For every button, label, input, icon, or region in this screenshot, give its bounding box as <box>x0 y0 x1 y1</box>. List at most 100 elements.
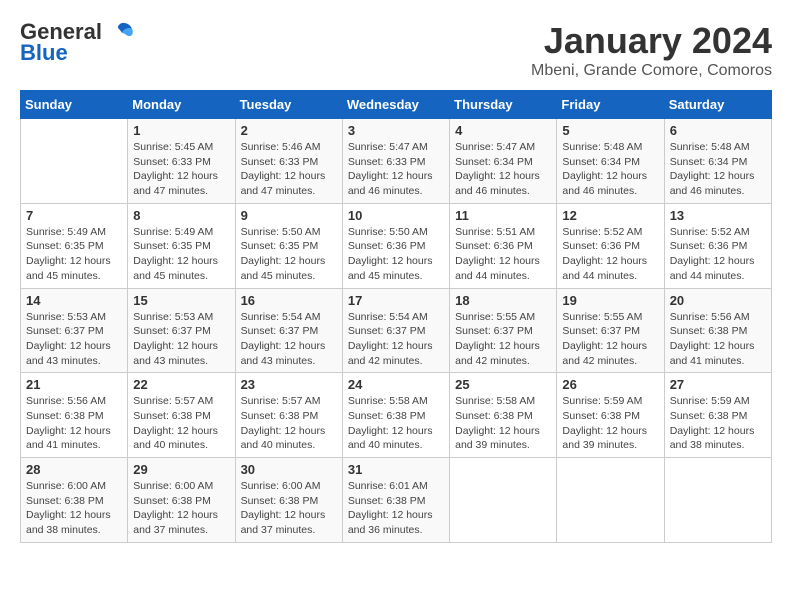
logo-bird-icon <box>104 21 134 43</box>
day-number: 18 <box>455 293 551 308</box>
day-info: Sunrise: 6:00 AM Sunset: 6:38 PM Dayligh… <box>26 479 122 538</box>
calendar-cell <box>450 458 557 543</box>
calendar-week-2: 7 Sunrise: 5:49 AM Sunset: 6:35 PM Daylig… <box>21 203 772 288</box>
calendar-cell: 16 Sunrise: 5:54 AM Sunset: 6:37 PM Dayli… <box>235 288 342 373</box>
day-info: Sunrise: 5:59 AM Sunset: 6:38 PM Dayligh… <box>670 394 766 453</box>
day-number: 6 <box>670 123 766 138</box>
day-info: Sunrise: 5:55 AM Sunset: 6:37 PM Dayligh… <box>562 310 658 369</box>
day-number: 4 <box>455 123 551 138</box>
calendar-cell: 25 Sunrise: 5:58 AM Sunset: 6:38 PM Dayli… <box>450 373 557 458</box>
calendar-cell: 22 Sunrise: 5:57 AM Sunset: 6:38 PM Dayli… <box>128 373 235 458</box>
calendar-week-4: 21 Sunrise: 5:56 AM Sunset: 6:38 PM Dayli… <box>21 373 772 458</box>
day-info: Sunrise: 5:57 AM Sunset: 6:38 PM Dayligh… <box>241 394 337 453</box>
day-info: Sunrise: 5:49 AM Sunset: 6:35 PM Dayligh… <box>133 225 229 284</box>
title-block: January 2024 Mbeni, Grande Comore, Comor… <box>531 20 772 80</box>
logo: General Blue <box>20 20 134 66</box>
calendar-cell: 3Sunrise: 5:47 AM Sunset: 6:33 PM Daylig… <box>342 119 449 204</box>
calendar-cell: 18Sunrise: 5:55 AM Sunset: 6:37 PM Dayli… <box>450 288 557 373</box>
calendar-cell: 26Sunrise: 5:59 AM Sunset: 6:38 PM Dayli… <box>557 373 664 458</box>
day-number: 28 <box>26 462 122 477</box>
day-number: 16 <box>241 293 337 308</box>
day-number: 29 <box>133 462 229 477</box>
day-number: 31 <box>348 462 444 477</box>
day-info: Sunrise: 5:50 AM Sunset: 6:36 PM Dayligh… <box>348 225 444 284</box>
day-number: 30 <box>241 462 337 477</box>
day-info: Sunrise: 5:57 AM Sunset: 6:38 PM Dayligh… <box>133 394 229 453</box>
calendar-cell: 30 Sunrise: 6:00 AM Sunset: 6:38 PM Dayli… <box>235 458 342 543</box>
calendar-week-1: 1Sunrise: 5:45 AM Sunset: 6:33 PM Daylig… <box>21 119 772 204</box>
main-title: January 2024 <box>531 20 772 62</box>
day-number: 9 <box>241 208 337 223</box>
day-info: Sunrise: 6:00 AM Sunset: 6:38 PM Dayligh… <box>133 479 229 538</box>
day-number: 8 <box>133 208 229 223</box>
calendar-table: SundayMondayTuesdayWednesdayThursdayFrid… <box>20 90 772 543</box>
day-info: Sunrise: 5:56 AM Sunset: 6:38 PM Dayligh… <box>670 310 766 369</box>
calendar-cell: 23 Sunrise: 5:57 AM Sunset: 6:38 PM Dayli… <box>235 373 342 458</box>
calendar-cell: 9 Sunrise: 5:50 AM Sunset: 6:35 PM Daylig… <box>235 203 342 288</box>
day-info: Sunrise: 5:53 AM Sunset: 6:37 PM Dayligh… <box>26 310 122 369</box>
day-number: 25 <box>455 377 551 392</box>
day-number: 15 <box>133 293 229 308</box>
calendar-cell: 20 Sunrise: 5:56 AM Sunset: 6:38 PM Dayli… <box>664 288 771 373</box>
day-info: Sunrise: 5:48 AM Sunset: 6:34 PM Dayligh… <box>562 140 658 199</box>
calendar-week-3: 14Sunrise: 5:53 AM Sunset: 6:37 PM Dayli… <box>21 288 772 373</box>
day-info: Sunrise: 5:54 AM Sunset: 6:37 PM Dayligh… <box>241 310 337 369</box>
calendar-cell: 15 Sunrise: 5:53 AM Sunset: 6:37 PM Dayli… <box>128 288 235 373</box>
calendar-cell: 28 Sunrise: 6:00 AM Sunset: 6:38 PM Dayli… <box>21 458 128 543</box>
calendar-cell: 13Sunrise: 5:52 AM Sunset: 6:36 PM Dayli… <box>664 203 771 288</box>
calendar-cell: 4 Sunrise: 5:47 AM Sunset: 6:34 PM Daylig… <box>450 119 557 204</box>
day-info: Sunrise: 5:52 AM Sunset: 6:36 PM Dayligh… <box>670 225 766 284</box>
day-info: Sunrise: 5:47 AM Sunset: 6:34 PM Dayligh… <box>455 140 551 199</box>
calendar-cell: 24Sunrise: 5:58 AM Sunset: 6:38 PM Dayli… <box>342 373 449 458</box>
day-info: Sunrise: 5:54 AM Sunset: 6:37 PM Dayligh… <box>348 310 444 369</box>
calendar-cell: 7Sunrise: 5:49 AM Sunset: 6:35 PM Daylig… <box>21 203 128 288</box>
day-number: 12 <box>562 208 658 223</box>
day-info: Sunrise: 5:59 AM Sunset: 6:38 PM Dayligh… <box>562 394 658 453</box>
calendar-cell: 17Sunrise: 5:54 AM Sunset: 6:37 PM Dayli… <box>342 288 449 373</box>
calendar-cell: 12 Sunrise: 5:52 AM Sunset: 6:36 PM Dayli… <box>557 203 664 288</box>
day-info: Sunrise: 5:50 AM Sunset: 6:35 PM Dayligh… <box>241 225 337 284</box>
day-info: Sunrise: 5:53 AM Sunset: 6:37 PM Dayligh… <box>133 310 229 369</box>
calendar-cell: 21 Sunrise: 5:56 AM Sunset: 6:38 PM Dayli… <box>21 373 128 458</box>
day-info: Sunrise: 5:51 AM Sunset: 6:36 PM Dayligh… <box>455 225 551 284</box>
calendar-cell <box>21 119 128 204</box>
calendar-cell: 1Sunrise: 5:45 AM Sunset: 6:33 PM Daylig… <box>128 119 235 204</box>
calendar-cell: 8 Sunrise: 5:49 AM Sunset: 6:35 PM Daylig… <box>128 203 235 288</box>
day-number: 22 <box>133 377 229 392</box>
day-info: Sunrise: 6:01 AM Sunset: 6:38 PM Dayligh… <box>348 479 444 538</box>
day-number: 24 <box>348 377 444 392</box>
day-number: 7 <box>26 208 122 223</box>
day-info: Sunrise: 6:00 AM Sunset: 6:38 PM Dayligh… <box>241 479 337 538</box>
day-info: Sunrise: 5:46 AM Sunset: 6:33 PM Dayligh… <box>241 140 337 199</box>
day-number: 27 <box>670 377 766 392</box>
day-info: Sunrise: 5:52 AM Sunset: 6:36 PM Dayligh… <box>562 225 658 284</box>
header-wednesday: Wednesday <box>342 91 449 119</box>
subtitle: Mbeni, Grande Comore, Comoros <box>531 62 772 80</box>
day-number: 3 <box>348 123 444 138</box>
calendar-cell: 2Sunrise: 5:46 AM Sunset: 6:33 PM Daylig… <box>235 119 342 204</box>
calendar-cell: 31 Sunrise: 6:01 AM Sunset: 6:38 PM Dayli… <box>342 458 449 543</box>
calendar-header-row: SundayMondayTuesdayWednesdayThursdayFrid… <box>21 91 772 119</box>
calendar-cell: 5Sunrise: 5:48 AM Sunset: 6:34 PM Daylig… <box>557 119 664 204</box>
day-info: Sunrise: 5:56 AM Sunset: 6:38 PM Dayligh… <box>26 394 122 453</box>
logo-blue-text: Blue <box>20 40 68 66</box>
calendar-cell <box>664 458 771 543</box>
calendar-cell: 29 Sunrise: 6:00 AM Sunset: 6:38 PM Dayli… <box>128 458 235 543</box>
calendar-cell: 6Sunrise: 5:48 AM Sunset: 6:34 PM Daylig… <box>664 119 771 204</box>
day-info: Sunrise: 5:45 AM Sunset: 6:33 PM Dayligh… <box>133 140 229 199</box>
day-number: 11 <box>455 208 551 223</box>
calendar-week-5: 28 Sunrise: 6:00 AM Sunset: 6:38 PM Dayli… <box>21 458 772 543</box>
day-info: Sunrise: 5:58 AM Sunset: 6:38 PM Dayligh… <box>455 394 551 453</box>
header-saturday: Saturday <box>664 91 771 119</box>
day-number: 21 <box>26 377 122 392</box>
page-header: General Blue January 2024 Mbeni, Grande … <box>20 20 772 80</box>
day-number: 10 <box>348 208 444 223</box>
header-monday: Monday <box>128 91 235 119</box>
header-sunday: Sunday <box>21 91 128 119</box>
day-number: 20 <box>670 293 766 308</box>
day-number: 23 <box>241 377 337 392</box>
day-number: 19 <box>562 293 658 308</box>
calendar-cell: 11 Sunrise: 5:51 AM Sunset: 6:36 PM Dayli… <box>450 203 557 288</box>
calendar-cell: 10 Sunrise: 5:50 AM Sunset: 6:36 PM Dayli… <box>342 203 449 288</box>
calendar-cell: 27 Sunrise: 5:59 AM Sunset: 6:38 PM Dayli… <box>664 373 771 458</box>
